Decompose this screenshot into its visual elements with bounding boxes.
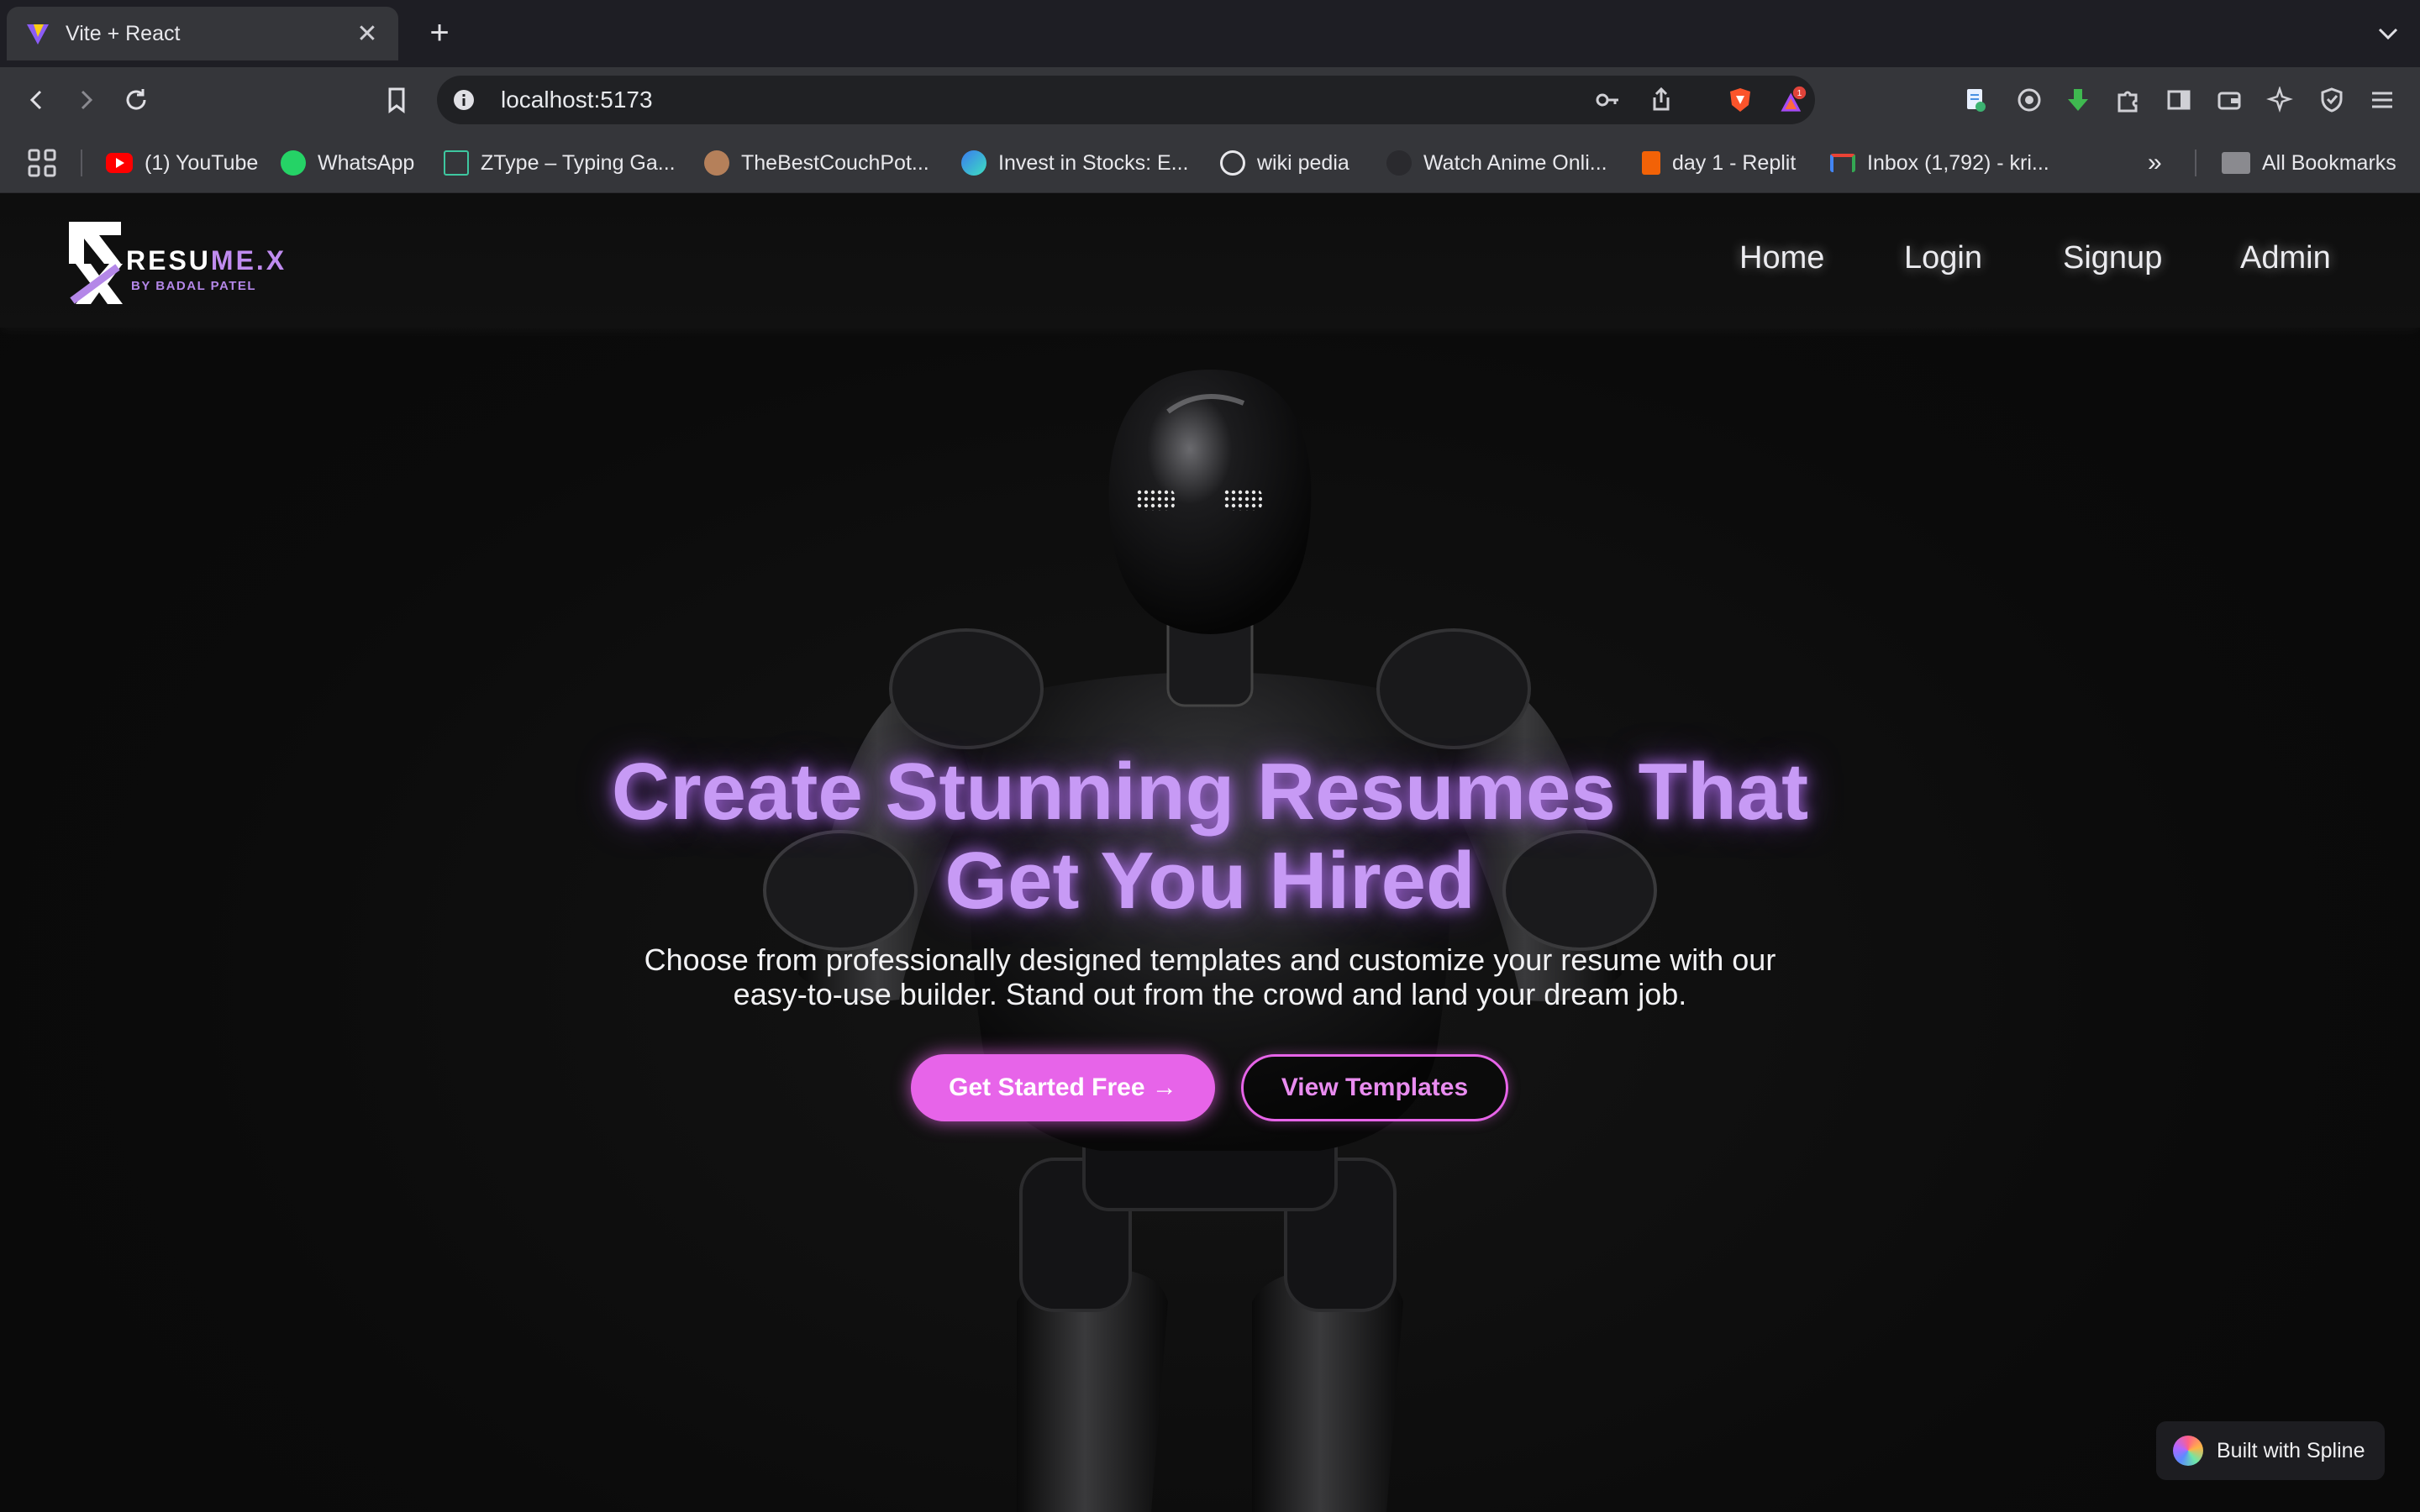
bookmark-icon bbox=[388, 87, 405, 113]
browser-toolbar: localhost:5173 1 bbox=[0, 67, 2420, 133]
bookmark-wikipedia[interactable]: wiki pedia bbox=[1220, 133, 1349, 193]
bookmark-couchpotato[interactable]: TheBestCouchPot... bbox=[704, 133, 929, 193]
bookmark-whatsapp[interactable]: WhatsApp bbox=[281, 133, 414, 193]
view-templates-button[interactable]: View Templates bbox=[1241, 1054, 1508, 1121]
hero-headline: Create Stunning Resumes That Get You Hir… bbox=[611, 747, 1809, 926]
openai-icon bbox=[1220, 150, 1245, 176]
url-text[interactable]: localhost:5173 bbox=[501, 76, 653, 124]
all-bookmarks-folder[interactable]: All Bookmarks bbox=[2222, 133, 2396, 193]
bookmark-anime[interactable]: Watch Anime Onli... bbox=[1386, 133, 1607, 193]
youtube-icon bbox=[106, 153, 133, 173]
all-bookmarks-label: All Bookmarks bbox=[2262, 150, 2396, 175]
page-viewport: RESUME.X BY BADAL PATEL Home Login Signu… bbox=[0, 193, 2420, 1512]
anime-icon bbox=[1386, 150, 1412, 176]
hero-subtext: Choose from professionally designed temp… bbox=[644, 942, 1776, 1011]
bookmarks-divider bbox=[81, 150, 82, 176]
leo-ai-icon[interactable] bbox=[2264, 84, 2296, 116]
bookmark-youtube[interactable]: (1) YouTube bbox=[106, 133, 258, 193]
bookmark-gmail[interactable]: Inbox (1,792) - kri... bbox=[1830, 133, 2049, 193]
bookmark-label: Watch Anime Onli... bbox=[1423, 150, 1607, 175]
extension-target-icon[interactable] bbox=[2013, 84, 2045, 116]
bookmark-replit[interactable]: day 1 - Replit bbox=[1642, 133, 1796, 193]
close-tab-icon[interactable]: ✕ bbox=[355, 19, 380, 49]
bookmark-label: Inbox (1,792) - kri... bbox=[1867, 150, 2049, 175]
brave-shields-icon[interactable] bbox=[1726, 86, 1754, 114]
browser-tab-bar: Vite + React ✕ + bbox=[0, 0, 2420, 67]
brave-rewards-icon[interactable]: 1 bbox=[1778, 86, 1807, 114]
sidebar-toggle-icon[interactable] bbox=[2163, 84, 2195, 116]
back-button[interactable] bbox=[18, 81, 55, 118]
bookmark-label: day 1 - Replit bbox=[1672, 150, 1797, 175]
address-bar[interactable]: localhost:5173 1 bbox=[437, 76, 1815, 124]
wallet-icon[interactable] bbox=[2213, 84, 2245, 116]
forward-arrow-icon bbox=[81, 90, 93, 110]
tab-list-chevron-icon[interactable] bbox=[2371, 17, 2405, 50]
tab-title: Vite + React bbox=[66, 21, 181, 45]
built-with-spline-badge[interactable]: Built with Spline bbox=[2156, 1421, 2385, 1480]
reload-icon bbox=[126, 89, 146, 110]
stocks-icon bbox=[961, 150, 986, 176]
download-icon[interactable] bbox=[2062, 84, 2094, 116]
replit-icon bbox=[1642, 151, 1660, 175]
get-started-button[interactable]: Get Started Free → bbox=[911, 1054, 1215, 1121]
password-key-icon[interactable] bbox=[1593, 86, 1622, 114]
bookmark-label: ZType – Typing Ga... bbox=[481, 150, 676, 175]
vpn-shield-icon[interactable] bbox=[2316, 84, 2348, 116]
apps-grid-button[interactable] bbox=[27, 133, 57, 193]
bookmarks-divider bbox=[2195, 150, 2196, 176]
gmail-icon bbox=[1830, 154, 1855, 172]
back-arrow-icon bbox=[29, 90, 42, 110]
forward-button[interactable] bbox=[67, 81, 104, 118]
reload-button[interactable] bbox=[118, 81, 155, 118]
share-icon[interactable] bbox=[1647, 86, 1676, 114]
bookmark-label: Invest in Stocks: E... bbox=[998, 150, 1189, 175]
new-tab-button[interactable]: + bbox=[420, 13, 459, 52]
extension-doc-icon[interactable] bbox=[1960, 84, 1991, 116]
folder-icon bbox=[2222, 152, 2250, 174]
menu-hamburger-icon[interactable] bbox=[2366, 84, 2398, 116]
bookmark-stocks[interactable]: Invest in Stocks: E... bbox=[961, 133, 1188, 193]
notification-badge: 1 bbox=[1797, 89, 1802, 98]
apps-grid-icon bbox=[28, 149, 56, 177]
whatsapp-icon bbox=[281, 150, 306, 176]
bookmark-label: wiki pedia bbox=[1257, 150, 1349, 175]
bookmark-label: TheBestCouchPot... bbox=[741, 150, 929, 175]
spline-logo-icon bbox=[2173, 1436, 2203, 1466]
vite-icon bbox=[27, 24, 49, 45]
bookmarks-bar: (1) YouTube WhatsApp ZType – Typing Ga..… bbox=[0, 133, 2420, 193]
bookmark-label: (1) YouTube bbox=[145, 150, 259, 175]
more-bookmarks-chevron-icon[interactable]: » bbox=[2148, 133, 2162, 193]
ztype-icon bbox=[444, 150, 469, 176]
browser-tab-active[interactable]: Vite + React ✕ bbox=[7, 7, 398, 60]
extensions-puzzle-icon[interactable] bbox=[2112, 84, 2144, 116]
bookmark-label: WhatsApp bbox=[318, 150, 415, 175]
couchpotato-icon bbox=[704, 150, 729, 176]
bookmark-ztype[interactable]: ZType – Typing Ga... bbox=[444, 133, 676, 193]
hero-section: Create Stunning Resumes That Get You Hir… bbox=[0, 193, 2420, 1512]
spline-badge-label: Built with Spline bbox=[2217, 1438, 2365, 1462]
bookmark-page-button[interactable] bbox=[378, 81, 415, 118]
site-info-icon[interactable] bbox=[450, 87, 477, 113]
